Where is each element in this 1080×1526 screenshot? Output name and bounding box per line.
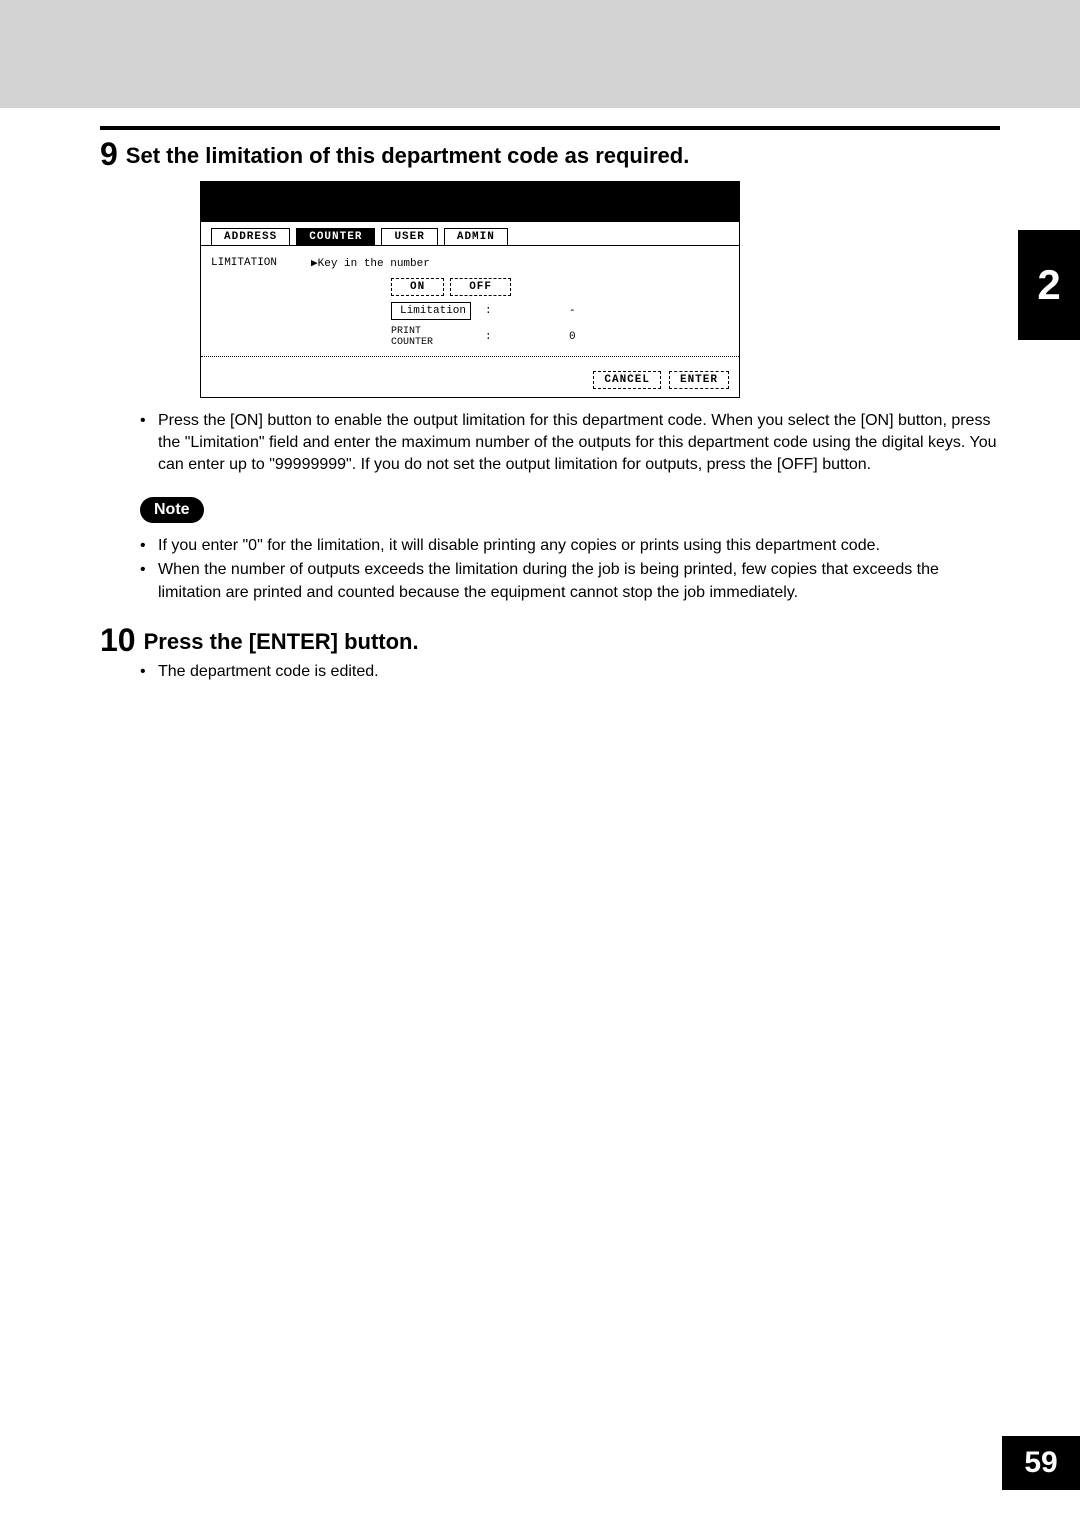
top-rule (100, 126, 1000, 130)
limitation-field[interactable]: Limitation (391, 302, 471, 320)
key-in-hint: ▶Key in the number (311, 256, 430, 270)
limitation-row-label: LIMITATION (211, 257, 311, 269)
off-button[interactable]: OFF (450, 278, 511, 296)
print-counter-label: PRINT COUNTER (391, 326, 471, 348)
enter-button[interactable]: ENTER (669, 371, 729, 389)
cancel-button[interactable]: CANCEL (593, 371, 661, 389)
screenshot-header-bar (201, 182, 739, 222)
step-9: 9 Set the limitation of this department … (100, 138, 1000, 171)
screenshot-body: LIMITATION ▶Key in the number ON OFF Lim… (201, 245, 739, 371)
step10-bullet: The department code is edited. (140, 661, 1000, 683)
tab-admin[interactable]: ADMIN (444, 228, 508, 245)
note-body: If you enter "0" for the limitation, it … (140, 535, 1000, 604)
device-screenshot: ADDRESS COUNTER USER ADMIN LIMITATION ▶K… (200, 181, 740, 398)
tab-counter[interactable]: COUNTER (296, 228, 375, 245)
chapter-tab: 2 (1018, 230, 1080, 340)
note-badge: Note (140, 497, 204, 523)
note-bullet-1: If you enter "0" for the limitation, it … (140, 535, 1000, 557)
top-banner (0, 0, 1080, 108)
step-10: 10 Press the [ENTER] button. (100, 624, 1000, 657)
note-bullet-2: When the number of outputs exceeds the l… (140, 559, 1000, 604)
print-counter-value: 0 (506, 331, 576, 343)
step-title: Set the limitation of this department co… (126, 138, 690, 171)
step9-bullet: Press the [ON] button to enable the outp… (140, 410, 1000, 477)
on-button[interactable]: ON (391, 278, 444, 296)
tab-address[interactable]: ADDRESS (211, 228, 290, 245)
step-title: Press the [ENTER] button. (144, 624, 419, 657)
screenshot-tabs: ADDRESS COUNTER USER ADMIN (201, 222, 739, 245)
page-number: 59 (1002, 1436, 1080, 1490)
page-content: 9 Set the limitation of this department … (100, 126, 1000, 685)
step-number: 10 (100, 624, 136, 656)
limitation-value: - (506, 305, 576, 317)
step10-body: The department code is edited. (140, 661, 1000, 683)
tab-user[interactable]: USER (381, 228, 437, 245)
step9-body: Press the [ON] button to enable the outp… (140, 410, 1000, 477)
step-number: 9 (100, 138, 118, 170)
